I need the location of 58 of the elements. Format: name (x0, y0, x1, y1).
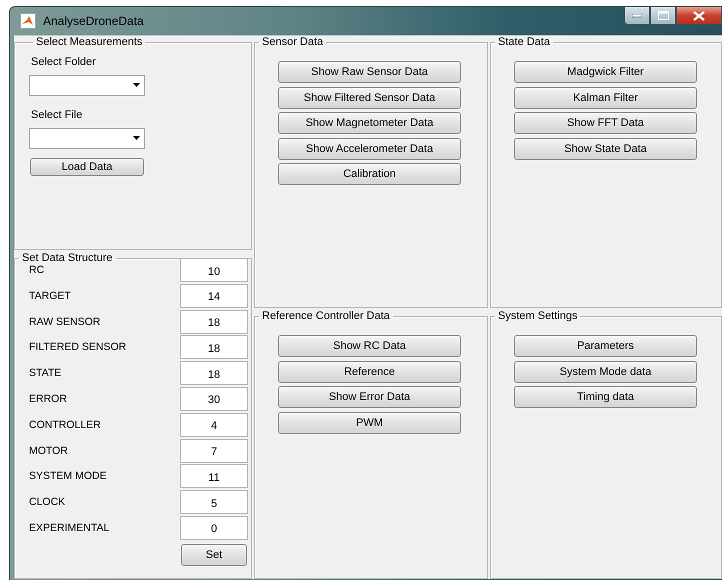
field-label: EXPERIMENTAL (29, 520, 110, 534)
button[interactable]: Kalman Filter (514, 86, 697, 108)
button[interactable]: Show Magnetometer Data (278, 112, 461, 134)
button[interactable]: Calibration (278, 163, 461, 185)
panel-title: System Settings (497, 310, 578, 322)
field-label: Select File (31, 109, 82, 121)
input-field[interactable]: 11 (180, 464, 248, 488)
window-title: AnalyseDroneData (43, 14, 144, 28)
maximize-icon (658, 11, 668, 20)
input-field[interactable]: 7 (180, 438, 248, 463)
field-label: ERROR (29, 392, 68, 405)
field-label: CONTROLLER (29, 418, 102, 431)
input-field[interactable]: 14 (180, 284, 248, 308)
input-field[interactable]: 18 (180, 310, 248, 334)
field-label: MOTOR (29, 444, 69, 457)
input-field[interactable]: 18 (180, 361, 248, 386)
close-icon (693, 10, 705, 20)
panel-title: Set Data Structure (21, 252, 114, 264)
button[interactable]: Show Filtered Sensor Data (278, 86, 461, 108)
panel-title: Select Measurements (35, 36, 144, 48)
input-field[interactable]: 0 (180, 516, 248, 540)
field-label: SYSTEM MODE (29, 469, 108, 482)
panel-title: Sensor Data (261, 36, 324, 48)
button[interactable]: Show Raw Sensor Data (278, 61, 461, 83)
field-label: RAW SENSOR (29, 314, 102, 328)
input-field[interactable]: 4 (180, 412, 248, 437)
minimize-button[interactable] (624, 6, 650, 25)
button[interactable]: Reference (278, 360, 461, 382)
close-button[interactable] (676, 6, 722, 25)
dropdown-arrow-icon (133, 136, 140, 140)
field-label: TARGET (29, 288, 72, 302)
input-field[interactable]: 30 (180, 386, 248, 411)
field-label: CLOCK (29, 495, 66, 508)
input-field[interactable]: 10 (180, 258, 248, 282)
field-label: STATE (29, 366, 62, 380)
dropdown-arrow-icon (133, 83, 140, 87)
button[interactable]: Show State Data (514, 138, 697, 160)
button[interactable]: Madgwick Filter (514, 61, 697, 83)
app-icon (20, 13, 36, 29)
panel-title: State Data (497, 36, 551, 48)
panel-title: Reference Controller Data (261, 310, 391, 322)
button[interactable]: Show RC Data (278, 335, 461, 357)
input-field[interactable]: 18 (180, 335, 248, 360)
load-data-button[interactable]: Load Data (30, 158, 144, 176)
field-label: Select Folder (31, 56, 96, 68)
field-label: RC (29, 263, 46, 276)
button[interactable]: Show Accelerometer Data (278, 138, 461, 160)
input-field[interactable]: 5 (180, 490, 248, 514)
maximize-button[interactable] (650, 6, 676, 25)
button[interactable]: System Mode data (514, 360, 697, 382)
field-label: FILTERED SENSOR (29, 340, 128, 354)
button[interactable]: Show Error Data (278, 386, 461, 408)
button[interactable]: Show FFT Data (514, 112, 697, 134)
button[interactable]: Timing data (514, 386, 697, 408)
button[interactable]: PWM (278, 412, 461, 434)
set-button[interactable]: Set (181, 544, 247, 566)
minimize-icon (632, 14, 642, 18)
button[interactable]: Parameters (514, 335, 697, 357)
